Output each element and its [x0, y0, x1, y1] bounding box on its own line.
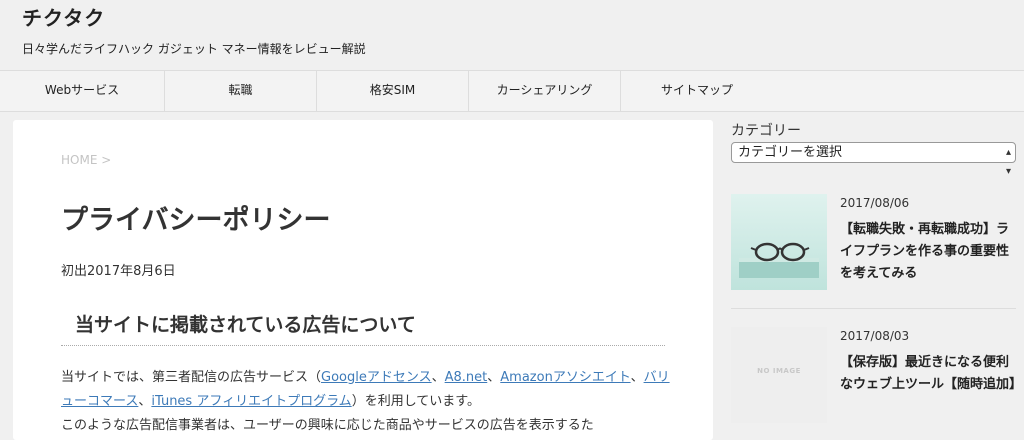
section-heading: 当サイトに掲載されている広告について: [61, 296, 665, 346]
post-date: 2017/08/06: [840, 196, 910, 210]
link-google-adsense[interactable]: Googleアドセンス: [321, 370, 432, 385]
page-title: プライバシーポリシー: [61, 205, 331, 236]
site-title[interactable]: チクタク: [22, 2, 105, 31]
post-title-link[interactable]: 【保存版】最近きになる便利なウェブ上ツール【随時追加】: [840, 352, 1022, 396]
site-description: 日々学んだライフハック ガジェット マネー情報をレビュー解説: [22, 42, 366, 56]
no-image-text: NO IMAGE: [757, 367, 801, 375]
category-label: カテゴリー: [731, 123, 801, 139]
first-published-date: 初出2017年8月6日: [61, 264, 176, 279]
paragraph-text: ）を利用しています。: [351, 394, 480, 409]
glasses-thumbnail[interactable]: [731, 194, 827, 290]
nav-item-car-sharing[interactable]: カーシェアリング: [469, 71, 621, 111]
article-body: 当サイトでは、第三者配信の広告サービス（Googleアドセンス、A8.net、A…: [61, 366, 671, 438]
separator: 、: [630, 370, 644, 385]
post-title-link[interactable]: 【転職失敗・再転職成功】ライフプランを作る事の重要性を考えてみる: [840, 219, 1016, 285]
paragraph-text: 当サイトでは、第三者配信の広告サービス（: [61, 370, 322, 385]
link-itunes-affiliate[interactable]: iTunes アフィリエイトプログラム: [151, 394, 351, 409]
separator: 、: [431, 370, 445, 385]
site-header: チクタク 日々学んだライフハック ガジェット マネー情報をレビュー解説: [0, 0, 1024, 70]
global-nav: Webサービス 転職 格安SIM カーシェアリング サイトマップ: [0, 70, 1024, 112]
nav-item-web-services[interactable]: Webサービス: [0, 71, 165, 111]
category-select-value: カテゴリーを選択: [738, 145, 843, 160]
post-date: 2017/08/03: [840, 329, 910, 343]
category-select[interactable]: カテゴリーを選択 ▴ ▾: [731, 142, 1016, 177]
article-card: HOME > プライバシーポリシー 初出2017年8月6日 当サイトに掲載されて…: [13, 120, 713, 440]
separator: 、: [138, 394, 152, 409]
section-heading-text: 当サイトに掲載されている広告について: [75, 314, 416, 336]
nav-item-cheap-sim[interactable]: 格安SIM: [317, 71, 469, 111]
nav-item-sitemap[interactable]: サイトマップ: [621, 71, 773, 111]
link-a8net[interactable]: A8.net: [445, 370, 488, 385]
nav-item-job-change[interactable]: 転職: [165, 71, 317, 111]
divider: [731, 308, 1016, 309]
no-image-thumbnail[interactable]: NO IMAGE: [731, 327, 827, 423]
breadcrumb[interactable]: HOME >: [61, 153, 111, 167]
select-arrows-icon: ▴ ▾: [1005, 147, 1011, 177]
link-amazon-associate[interactable]: Amazonアソシエイト: [500, 370, 630, 385]
separator: 、: [487, 370, 501, 385]
paragraph-text-2: このような広告配信事業者は、ユーザーの興味に応じた商品やサービスの広告を表示する…: [61, 418, 594, 433]
